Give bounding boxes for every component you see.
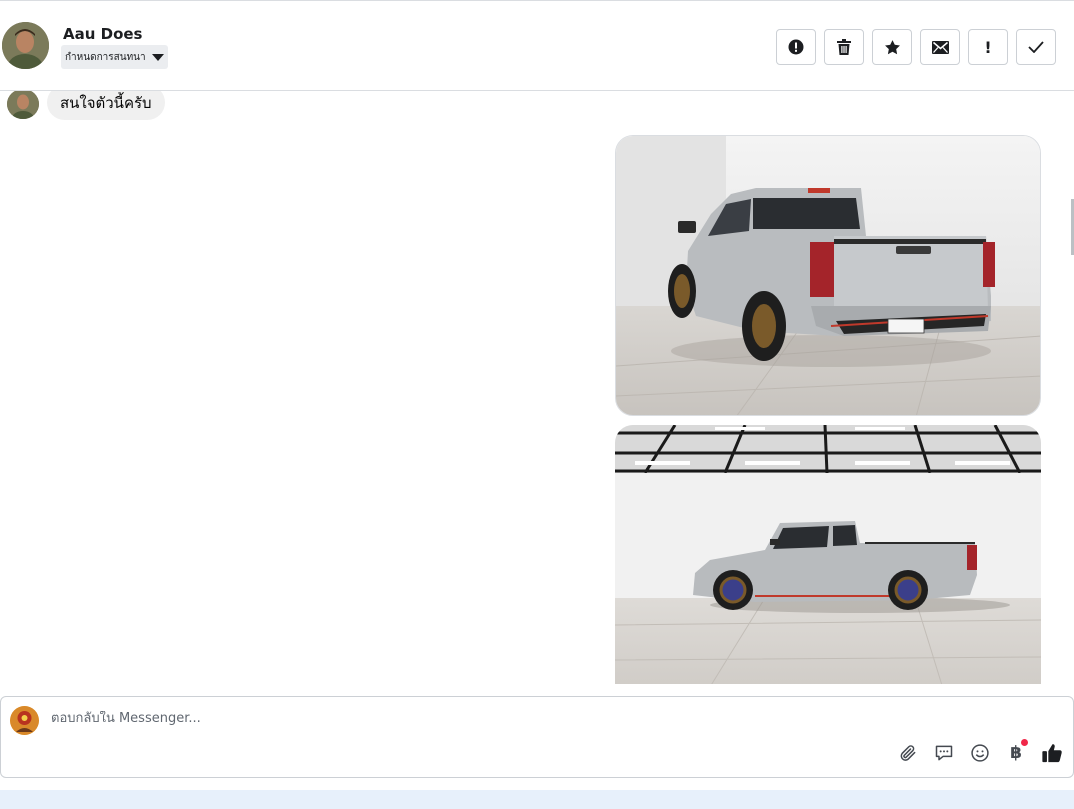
footer-bar [0,790,1074,809]
checkmark-icon [1028,41,1044,53]
star-button[interactable] [872,29,912,65]
paperclip-icon [900,745,916,761]
header-actions: ! [776,29,1056,65]
mark-unread-button[interactable] [920,29,960,65]
exclamation-icon: ! [984,37,992,57]
envelope-icon [931,40,949,54]
conversation-header: Aau Does กำหนดการสนทนา ! [0,0,1074,91]
star-icon [884,39,900,54]
attach-button[interactable] [897,742,919,764]
contact-avatar[interactable] [2,22,49,69]
caret-down-icon [151,53,164,61]
message-text: สนใจตัวนี้ครับ [60,93,152,112]
saved-replies-button[interactable] [933,742,955,764]
message-thread: สนใจตัวนี้ครับ [0,91,1074,684]
report-spam-button[interactable] [776,29,816,65]
page-avatar [10,706,39,735]
car-photo-rear[interactable] [615,135,1041,416]
baht-payment-icon: ฿ [1010,743,1022,763]
emoji-button[interactable] [969,742,991,764]
contact-name[interactable]: Aau Does [63,25,143,43]
reply-composer: ฿ [0,696,1074,778]
composer-tools: ฿ [897,739,1063,764]
saved-reply-icon [935,745,953,761]
sender-avatar[interactable] [7,91,39,119]
trash-icon [837,39,851,55]
delete-button[interactable] [824,29,864,65]
mark-done-button[interactable] [1016,29,1056,65]
assign-label: กำหนดการสนทนา [65,51,146,63]
like-button[interactable] [1041,742,1063,764]
exclamation-circle-icon [788,39,804,55]
payment-button[interactable]: ฿ [1005,739,1028,764]
notification-dot [1021,739,1028,746]
reply-input[interactable] [51,711,951,726]
assign-conversation-dropdown[interactable]: กำหนดการสนทนา [61,45,168,69]
incoming-message-bubble: สนใจตัวนี้ครับ [47,91,165,120]
thumbs-up-icon [1042,744,1062,763]
car-photo-side[interactable] [615,425,1041,684]
follow-up-button[interactable]: ! [968,29,1008,65]
emoji-icon [971,744,989,762]
